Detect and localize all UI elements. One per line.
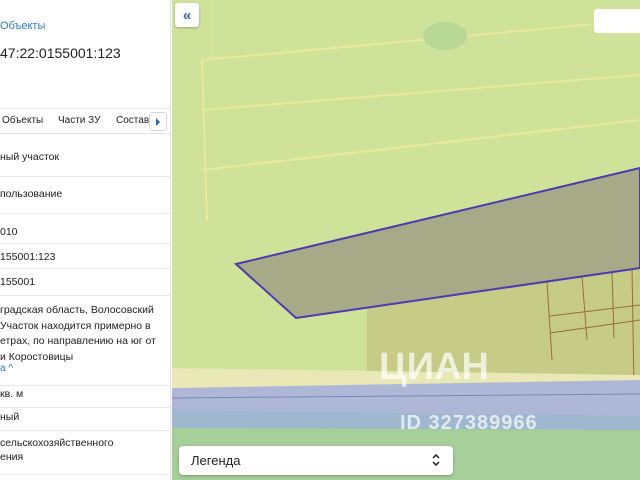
watermark-id: ID 327389966 [400, 412, 538, 434]
tab-composition[interactable]: Состав [116, 115, 149, 126]
info-value: Участок находится примерно в [0, 319, 151, 332]
info-panel: Объекты 47:22:0155001:123 Объекты Части … [0, 0, 171, 480]
breadcrumb[interactable]: Объекты [0, 20, 45, 32]
info-row-date: 010 [0, 225, 170, 244]
info-row-usage: пользование [0, 187, 170, 214]
map-view[interactable] [172, 0, 640, 480]
info-row-address: градская область, Волосовский Участок на… [0, 303, 170, 363]
info-value: пользование [0, 188, 63, 200]
legend-select[interactable]: Легенда [179, 446, 453, 475]
caret-right-icon [156, 117, 160, 126]
tab-objects[interactable]: Объекты [2, 115, 43, 126]
info-value: ения [0, 451, 24, 463]
info-value: и Коростовицы [0, 350, 74, 363]
info-row-status: ный [0, 410, 170, 431]
map-search-box[interactable] [594, 9, 640, 33]
info-value: етрах, по направлению на юг от [0, 335, 156, 347]
info-row-area: кв. м [0, 385, 170, 408]
tab-bar: Объекты Части ЗУ Состав [0, 108, 170, 134]
info-value: градская область, Волосовский [0, 304, 154, 316]
collapse-link[interactable]: а ^ [0, 363, 13, 374]
tab-land-parts[interactable]: Части ЗУ [58, 115, 100, 126]
info-value: 010 [0, 226, 18, 238]
info-value: сельскохозяйственного [0, 437, 114, 449]
collapse-panel-button[interactable]: « [175, 3, 199, 27]
watermark-logo: ЦИАН [379, 346, 489, 388]
double-chevron-left-icon: « [182, 6, 192, 24]
info-value: ный [0, 411, 20, 423]
info-row-number: 155001:123 [0, 250, 170, 269]
page-title: 47:22:0155001:123 [0, 45, 121, 61]
legend-label: Легенда [191, 453, 241, 468]
info-value: 155001 [0, 276, 36, 288]
info-value: ный участок [0, 151, 60, 163]
info-value: кв. м [0, 388, 24, 400]
info-row-quarter: 155001 [0, 275, 170, 296]
map-canvas [172, 0, 640, 480]
info-row-category: сельскохозяйственного ения [0, 436, 170, 475]
info-row-type: ный участок [0, 150, 170, 177]
up-down-caret-icon [432, 453, 440, 467]
info-value: 155001:123 [0, 251, 56, 263]
tabs-next-button[interactable] [149, 112, 167, 131]
